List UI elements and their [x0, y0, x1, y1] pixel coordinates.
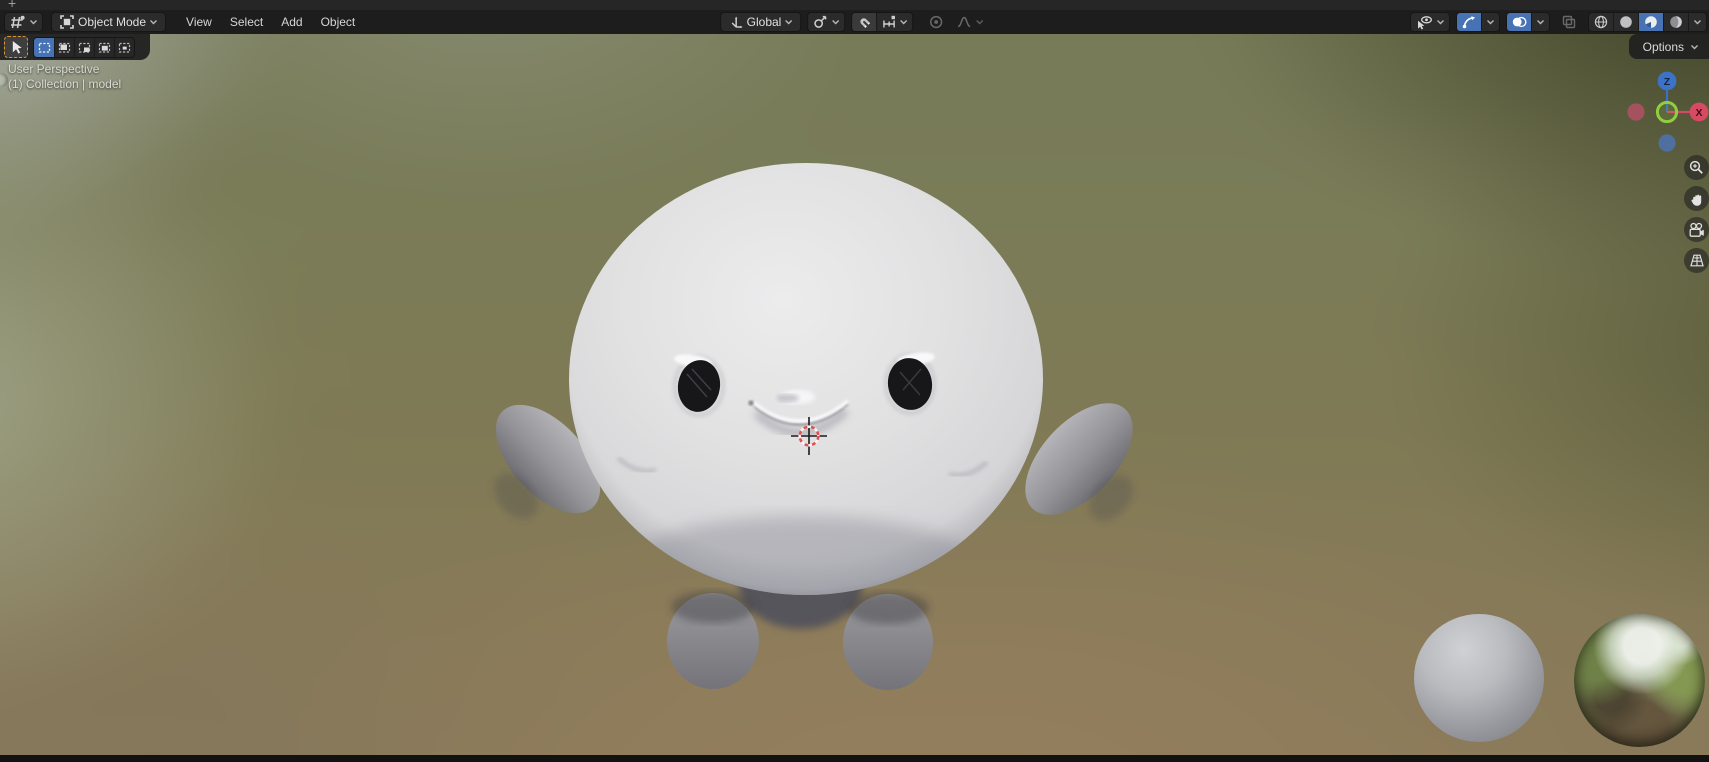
chevron-down-icon — [1536, 19, 1545, 25]
proportional-editing-icon — [928, 14, 944, 30]
overlays-circles-icon — [1511, 14, 1527, 30]
select-mode-subtract-icon — [77, 40, 92, 55]
chevron-down-icon — [1690, 44, 1699, 50]
pan-hand-icon — [1689, 191, 1705, 207]
chevron-down-icon — [784, 19, 793, 25]
snap-toggle[interactable] — [852, 13, 877, 31]
tool-options-panel[interactable]: Options — [1628, 34, 1709, 59]
gizmos-dropdown[interactable] — [1481, 13, 1499, 31]
chevron-down-icon — [1486, 19, 1495, 25]
new-workspace-tab[interactable]: + — [8, 0, 16, 10]
axis-y-ring-handle[interactable] — [1655, 100, 1679, 124]
axis-z-handle[interactable]: Z — [1657, 71, 1677, 91]
menu-view[interactable]: View — [178, 12, 220, 32]
select-mode-extend-icon — [57, 40, 72, 55]
transform-orientation-dropdown[interactable]: Global — [719, 12, 802, 32]
topbar-strip: + — [0, 0, 1709, 10]
chevron-down-icon — [149, 19, 158, 25]
shading-dropdown[interactable] — [1688, 13, 1706, 31]
gizmo-arc-arrow-icon — [1461, 14, 1477, 30]
select-mode-set-icon — [37, 40, 52, 55]
object-mode-icon — [59, 14, 75, 30]
material-preview-sphere — [1414, 614, 1544, 742]
snap-target-icon — [881, 14, 897, 30]
gizmos-toggle[interactable] — [1457, 13, 1481, 31]
pan-button[interactable] — [1684, 186, 1709, 211]
overlays-toggle[interactable] — [1507, 13, 1531, 31]
left-foot-top-shade — [671, 591, 755, 623]
active-object-text: (1) Collection | model — [8, 77, 122, 91]
select-mode-invert[interactable] — [94, 37, 114, 57]
navigation-gizmo[interactable]: Z X — [1612, 58, 1709, 158]
shading-material-preview-button[interactable] — [1638, 13, 1663, 31]
axis-negative-z-handle[interactable] — [1658, 134, 1676, 152]
svg-text:X: X — [1695, 107, 1702, 119]
status-strip — [0, 755, 1709, 762]
editor-type-3d-viewport-icon — [9, 14, 26, 31]
camera-icon — [1687, 222, 1706, 238]
axis-negative-x-handle[interactable] — [1627, 103, 1645, 121]
select-mode-extend[interactable] — [54, 37, 74, 57]
zoom-button[interactable] — [1684, 155, 1709, 180]
character-model[interactable] — [477, 163, 1153, 690]
ortho-perspective-toggle-button[interactable] — [1684, 248, 1709, 273]
pivot-point-icon — [812, 14, 828, 30]
select-mode-invert-icon — [97, 40, 112, 55]
menu-select[interactable]: Select — [222, 12, 271, 32]
chevron-down-icon — [1693, 19, 1702, 25]
camera-view-button[interactable] — [1684, 217, 1709, 242]
menu-add[interactable]: Add — [273, 12, 310, 32]
chevron-down-icon — [975, 19, 984, 25]
object-types-visibility-dropdown[interactable] — [1410, 12, 1450, 32]
shading-wireframe-button[interactable] — [1589, 13, 1613, 31]
proportional-falloff-dropdown[interactable] — [951, 12, 989, 32]
shading-rendered-button[interactable] — [1663, 13, 1688, 31]
transform-orientation-icon — [728, 14, 744, 30]
options-label: Options — [1642, 39, 1684, 54]
svg-text:Z: Z — [1664, 76, 1671, 88]
orientation-label: Global — [746, 15, 782, 29]
chevron-down-icon — [1436, 19, 1445, 25]
object-mode-dropdown[interactable]: Object Mode — [51, 12, 167, 32]
editor-type-button[interactable] — [4, 12, 43, 32]
select-mode-intersect[interactable] — [114, 37, 134, 57]
select-mode-set[interactable] — [34, 37, 54, 57]
active-tool-tweak-button[interactable] — [4, 36, 28, 58]
chevron-down-icon — [831, 19, 840, 25]
shading-solid-icon — [1618, 14, 1634, 30]
snap-magnet-icon — [856, 14, 872, 30]
chevron-down-icon — [29, 19, 38, 25]
zoom-magnifier-icon — [1688, 159, 1705, 176]
perspective-grid-icon — [1688, 253, 1706, 268]
xray-icon — [1561, 14, 1577, 30]
xray-toggle[interactable] — [1556, 12, 1582, 32]
select-mode-subtract[interactable] — [74, 37, 94, 57]
visibility-eye-cursor-icon — [1415, 15, 1433, 30]
axis-x-handle[interactable]: X — [1689, 102, 1709, 122]
snap-settings-dropdown[interactable] — [876, 13, 912, 31]
pivot-point-dropdown[interactable] — [807, 12, 846, 32]
right-foot-top-shade — [847, 592, 929, 624]
viewport-nav-buttons — [1684, 155, 1709, 273]
shading-rendered-icon — [1668, 14, 1684, 30]
object-mode-label: Object Mode — [78, 15, 147, 29]
overlays-dropdown[interactable] — [1531, 13, 1549, 31]
viewport-header: Object Mode View Select Add Object Globa… — [0, 10, 1709, 34]
viewport-info-text: User Perspective (1) Collection | model — [8, 62, 121, 91]
tweak-cursor-icon — [7, 38, 25, 56]
shading-material-preview-icon — [1643, 14, 1659, 30]
proportional-falloff-curve-icon — [956, 14, 972, 30]
hdri-preview-sphere — [1574, 614, 1705, 747]
menu-object[interactable]: Object — [313, 12, 364, 32]
chevron-down-icon — [899, 19, 908, 25]
shading-solid-button[interactable] — [1613, 13, 1638, 31]
tool-settings-left — [0, 34, 150, 60]
shading-wireframe-icon — [1593, 14, 1609, 30]
view-name-text: User Perspective — [8, 62, 100, 76]
select-mode-set-group — [33, 36, 135, 58]
select-mode-intersect-icon — [117, 40, 132, 55]
proportional-editing-toggle[interactable] — [923, 12, 949, 32]
